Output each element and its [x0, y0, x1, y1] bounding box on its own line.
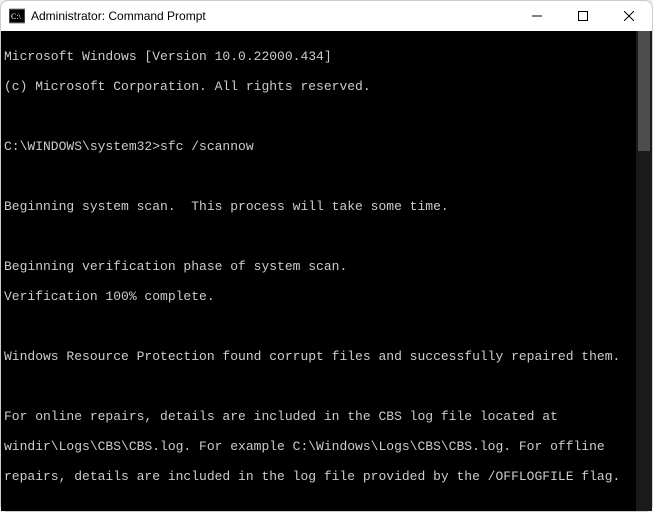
window-titlebar[interactable]: C:\ Administrator: Command Prompt — [1, 1, 652, 31]
terminal-line: For online repairs, details are included… — [4, 409, 636, 424]
terminal-area[interactable]: Microsoft Windows [Version 10.0.22000.43… — [1, 31, 652, 511]
maximize-button[interactable] — [560, 1, 606, 31]
terminal-line: Windows Resource Protection found corrup… — [4, 349, 636, 364]
terminal-line — [4, 229, 636, 244]
window-title: Administrator: Command Prompt — [31, 9, 514, 23]
terminal-line — [4, 169, 636, 184]
terminal-line — [4, 109, 636, 124]
svg-text:C:\: C:\ — [11, 12, 22, 21]
terminal-line — [4, 319, 636, 334]
terminal-line: Microsoft Windows [Version 10.0.22000.43… — [4, 49, 636, 64]
scrollbar-thumb[interactable] — [638, 31, 650, 151]
terminal-line: repairs, details are included in the log… — [4, 469, 636, 484]
close-button[interactable] — [606, 1, 652, 31]
vertical-scrollbar[interactable] — [636, 31, 652, 511]
terminal-line — [4, 379, 636, 394]
cmd-icon: C:\ — [9, 8, 25, 24]
window-controls — [514, 1, 652, 31]
terminal-line — [4, 499, 636, 511]
terminal-line: windir\Logs\CBS\CBS.log. For example C:\… — [4, 439, 636, 454]
minimize-button[interactable] — [514, 1, 560, 31]
terminal-output: Microsoft Windows [Version 10.0.22000.43… — [1, 31, 636, 511]
terminal-line: (c) Microsoft Corporation. All rights re… — [4, 79, 636, 94]
terminal-line: Beginning system scan. This process will… — [4, 199, 636, 214]
terminal-line: Verification 100% complete. — [4, 289, 636, 304]
terminal-line: Beginning verification phase of system s… — [4, 259, 636, 274]
terminal-line: C:\WINDOWS\system32>sfc /scannow — [4, 139, 636, 154]
